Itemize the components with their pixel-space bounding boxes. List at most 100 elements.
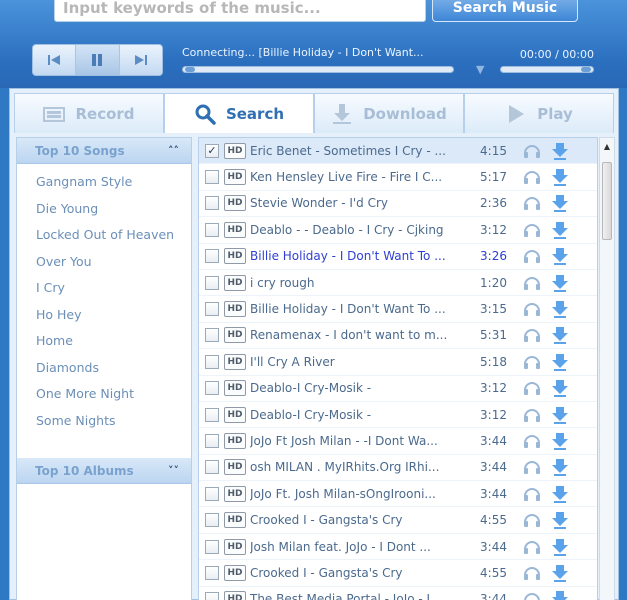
listen-icon[interactable] — [522, 405, 542, 425]
download-icon[interactable] — [550, 193, 570, 213]
listen-icon[interactable] — [522, 273, 542, 293]
track-checkbox[interactable] — [205, 433, 219, 448]
listen-icon[interactable] — [522, 457, 542, 477]
listen-icon[interactable] — [522, 352, 542, 372]
download-icon[interactable] — [550, 352, 570, 372]
previous-button[interactable] — [33, 45, 77, 75]
volume-slider[interactable] — [500, 66, 594, 73]
track-row[interactable]: ✓ HD Eric Benet - Sometimes I Cry - ... 4:1… — [199, 138, 597, 165]
track-row[interactable]: HD Deablo-I Cry-Mosik - 3:12 — [199, 402, 597, 429]
download-icon[interactable] — [550, 141, 570, 161]
track-checkbox[interactable] — [205, 592, 219, 600]
tab-play[interactable]: Play — [464, 93, 614, 133]
expand-icon[interactable]: ˅˅ — [168, 464, 179, 477]
download-icon[interactable] — [550, 484, 570, 504]
track-checkbox[interactable] — [205, 407, 219, 422]
download-icon[interactable] — [550, 510, 570, 530]
listen-icon[interactable] — [522, 589, 542, 600]
track-checkbox[interactable] — [205, 328, 219, 343]
track-row[interactable]: HD JoJo Ft Josh Milan - -I Dont Wa... 3:44 — [199, 428, 597, 455]
tab-record[interactable]: Record — [14, 93, 164, 133]
track-row[interactable]: HD JoJo Ft. Josh Milan-sOngIrooni... 3:44 — [199, 481, 597, 508]
download-icon[interactable] — [550, 325, 570, 345]
top-albums-header[interactable]: Top 10 Albums ˅˅ — [17, 458, 191, 484]
collapse-icon[interactable]: ˄˄ — [168, 144, 179, 157]
volume-knob[interactable] — [581, 67, 591, 72]
track-checkbox[interactable]: ✓ — [205, 143, 219, 158]
search-music-button[interactable]: Search Music — [432, 0, 578, 22]
track-checkbox[interactable] — [205, 354, 219, 369]
search-input[interactable]: Input keywords of the music... — [54, 0, 426, 22]
track-row[interactable]: HD Deablo-I Cry-Mosik - 3:12 — [199, 376, 597, 402]
track-checkbox[interactable] — [205, 196, 219, 211]
scrollbar[interactable]: ▲ — [599, 137, 615, 600]
track-row[interactable]: HD Billie Holiday - I Don't Want To ... 3:… — [199, 244, 597, 270]
track-row[interactable]: HD Crooked I - Gangsta's Cry 4:55 — [199, 507, 597, 534]
track-row[interactable]: HD osh MILAN . MyIRhits.Org IRhi... 3:44 — [199, 455, 597, 482]
tab-download[interactable]: Download — [314, 93, 464, 133]
listen-icon[interactable] — [522, 325, 542, 345]
seek-bar[interactable] — [182, 66, 454, 73]
seek-knob[interactable] — [185, 67, 195, 72]
listen-icon[interactable] — [522, 563, 542, 583]
listen-icon[interactable] — [522, 193, 542, 213]
scroll-thumb[interactable] — [602, 162, 612, 240]
song-item[interactable]: One More Night — [17, 386, 191, 402]
listen-icon[interactable] — [522, 246, 542, 266]
track-checkbox[interactable] — [205, 275, 219, 290]
song-item[interactable]: I Cry — [17, 280, 191, 296]
song-item[interactable]: Ho Hey — [17, 307, 191, 323]
track-checkbox[interactable] — [205, 381, 219, 396]
track-row[interactable]: HD Deablo - - Deablo - I Cry - Cjking 3:12 — [199, 217, 597, 244]
download-icon[interactable] — [550, 563, 570, 583]
song-item[interactable]: Some Nights — [17, 413, 191, 429]
song-item[interactable]: Over You — [17, 254, 191, 270]
track-row[interactable]: HD I'll Cry A River 5:18 — [199, 349, 597, 376]
song-item[interactable]: Locked Out of Heaven — [17, 227, 191, 243]
download-icon[interactable] — [550, 167, 570, 187]
pause-button[interactable] — [76, 45, 120, 75]
track-row[interactable]: HD Stevie Wonder - I'd Cry 2:36 — [199, 191, 597, 218]
listen-icon[interactable] — [522, 378, 542, 398]
track-checkbox[interactable] — [205, 513, 219, 528]
listen-icon[interactable] — [522, 220, 542, 240]
listen-icon[interactable] — [522, 431, 542, 451]
track-checkbox[interactable] — [205, 460, 219, 475]
download-icon[interactable] — [550, 589, 570, 600]
song-item[interactable]: Diamonds — [17, 360, 191, 376]
listen-icon[interactable] — [522, 299, 542, 319]
next-button[interactable] — [120, 45, 162, 75]
track-checkbox[interactable] — [205, 539, 219, 554]
track-checkbox[interactable] — [205, 170, 219, 185]
track-row[interactable]: HD Billie Holiday - I Don't Want To ... 3:… — [199, 296, 597, 323]
track-checkbox[interactable] — [205, 302, 219, 317]
download-icon[interactable] — [550, 431, 570, 451]
listen-icon[interactable] — [522, 141, 542, 161]
download-icon[interactable] — [550, 405, 570, 425]
listen-icon[interactable] — [522, 167, 542, 187]
track-checkbox[interactable] — [205, 249, 219, 264]
scroll-up-icon[interactable]: ▲ — [600, 138, 614, 154]
track-row[interactable]: HD Renamenax - I don't want to m... 5:31 — [199, 323, 597, 350]
download-icon[interactable] — [550, 246, 570, 266]
listen-icon[interactable] — [522, 510, 542, 530]
track-checkbox[interactable] — [205, 486, 219, 501]
track-row[interactable]: HD The Best Media Portal - JoJo - I... 3:4… — [199, 587, 597, 600]
download-icon[interactable] — [550, 220, 570, 240]
download-icon[interactable] — [550, 378, 570, 398]
track-checkbox[interactable] — [205, 565, 219, 580]
song-item[interactable]: Gangnam Style — [17, 174, 191, 190]
download-icon[interactable] — [550, 299, 570, 319]
track-row[interactable]: HD Crooked I - Gangsta's Cry 4:55 — [199, 560, 597, 587]
download-icon[interactable] — [550, 457, 570, 477]
listen-icon[interactable] — [522, 484, 542, 504]
listen-icon[interactable] — [522, 537, 542, 557]
top-songs-header[interactable]: Top 10 Songs ˄˄ — [17, 138, 191, 164]
speaker-icon[interactable]: ▼ — [476, 63, 484, 76]
track-row[interactable]: HD i cry rough 1:20 — [199, 270, 597, 297]
track-row[interactable]: HD Ken Hensley Live Fire - Fire I C... 5:1… — [199, 164, 597, 191]
track-row[interactable]: HD Josh Milan feat. JoJo - I Dont ... 3:44 — [199, 534, 597, 561]
track-checkbox[interactable] — [205, 222, 219, 237]
download-icon[interactable] — [550, 537, 570, 557]
song-item[interactable]: Die Young — [17, 201, 191, 217]
